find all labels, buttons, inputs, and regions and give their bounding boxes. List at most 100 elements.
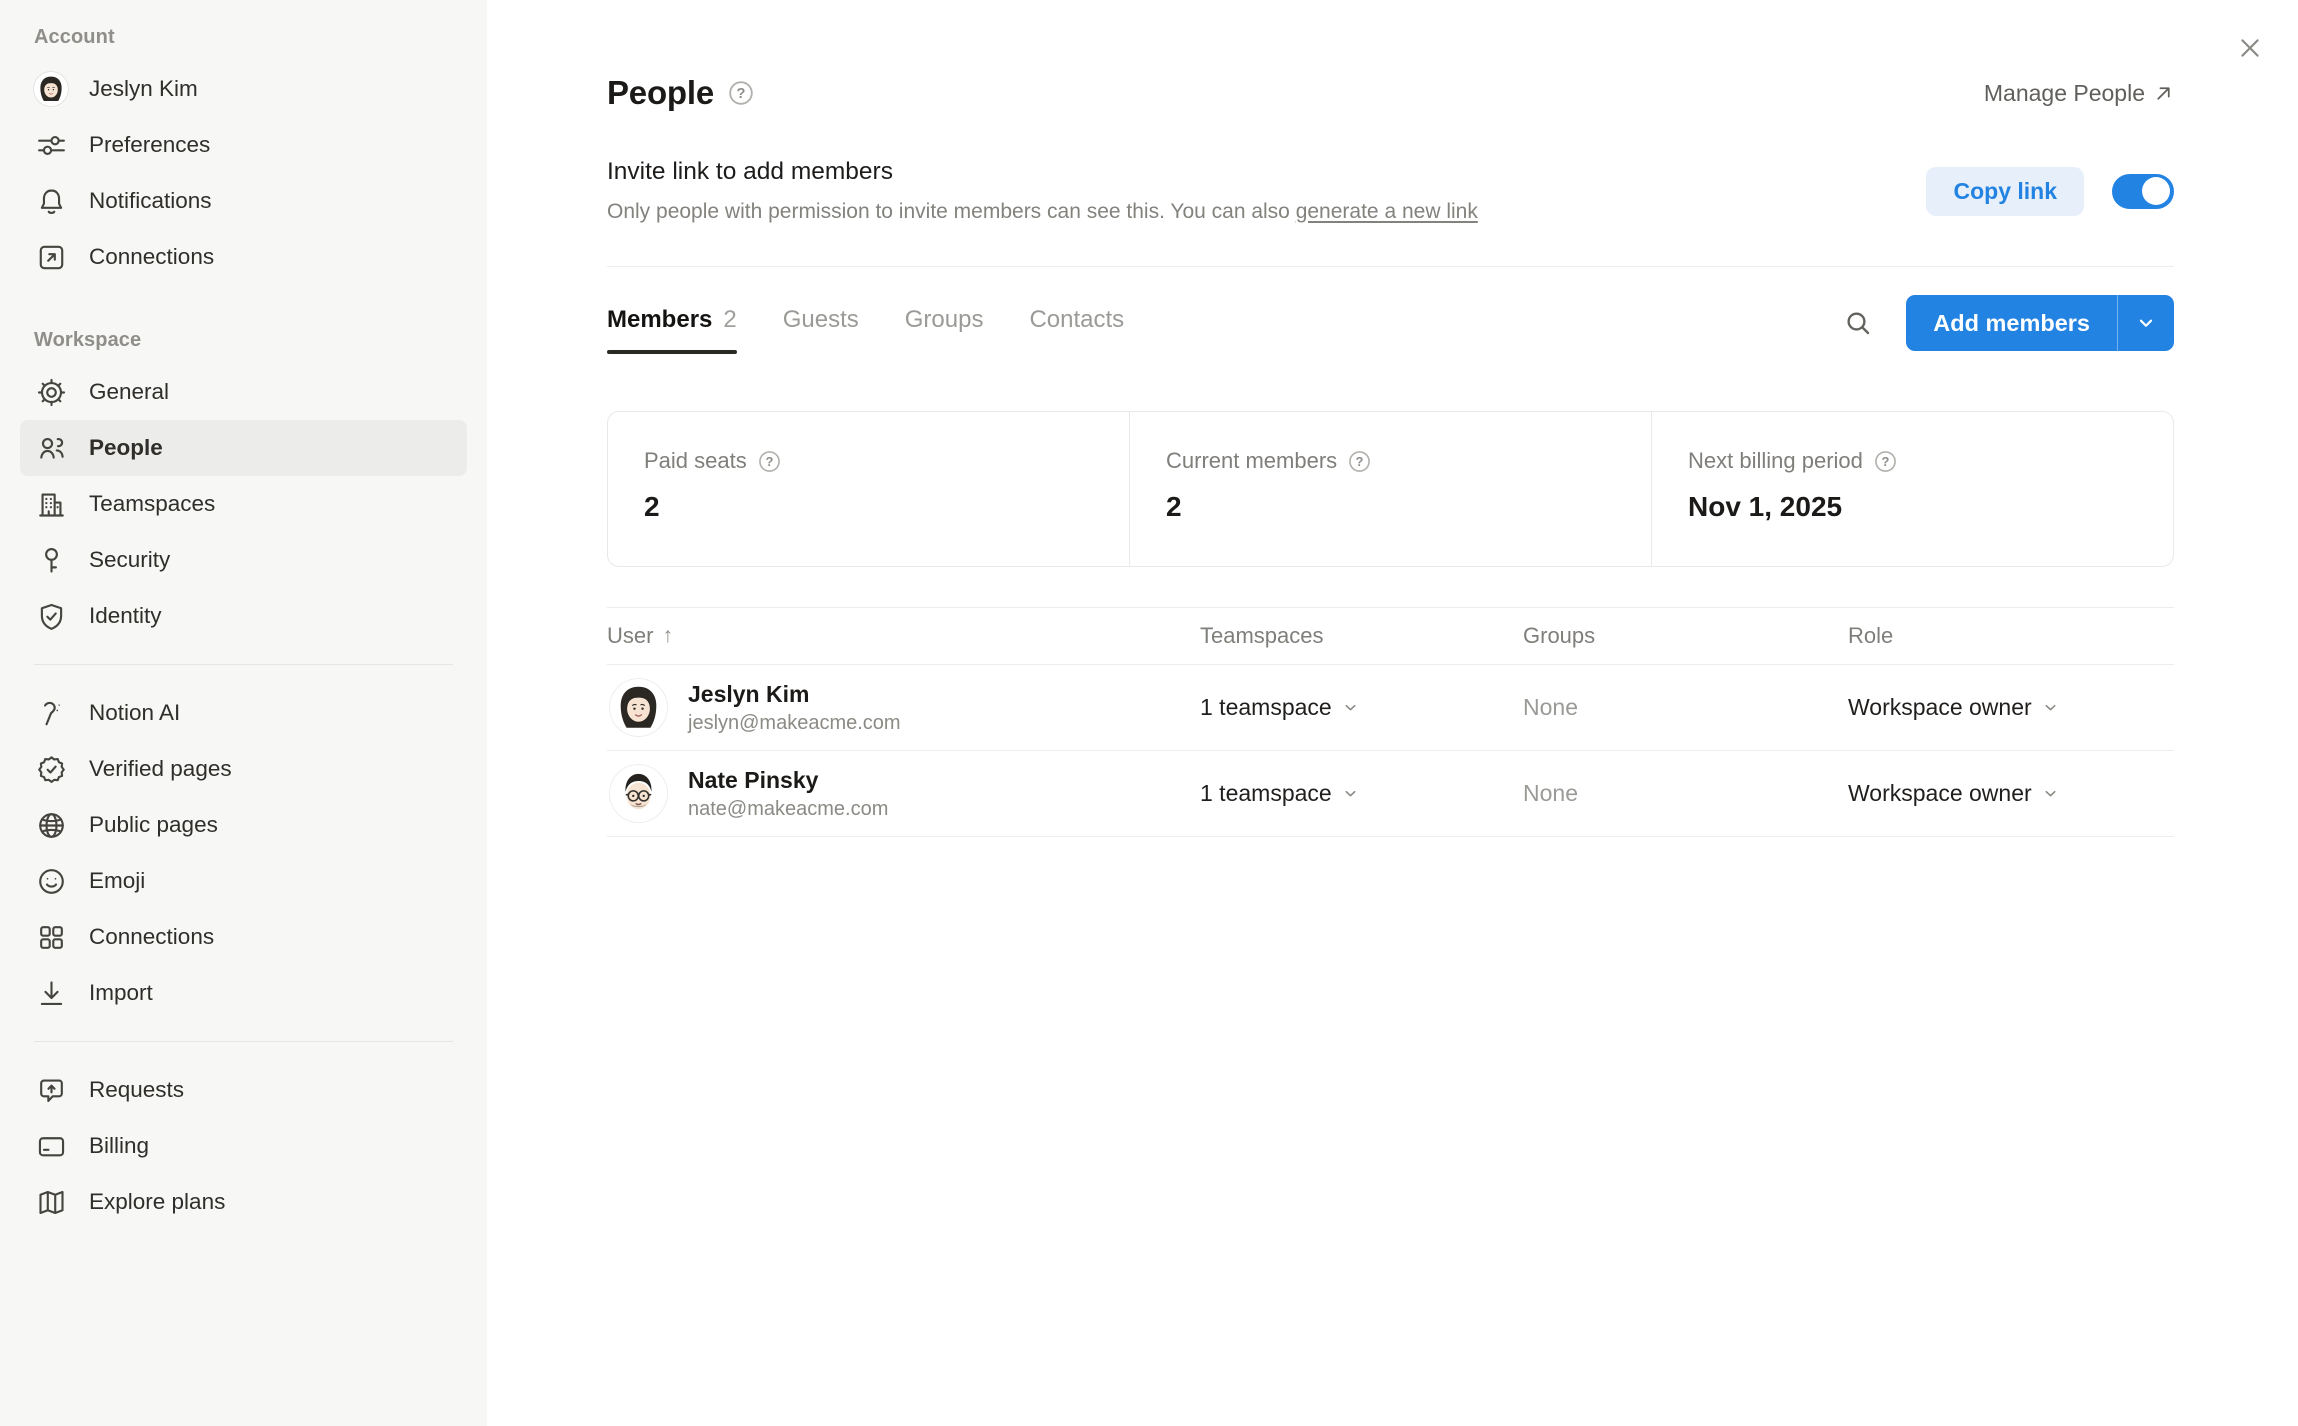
paid-seats-value: 2 [644,491,1093,523]
arrow-up-right-icon [2153,83,2174,104]
close-icon[interactable] [2234,32,2266,64]
sidebar-item-label: Verified pages [89,756,232,782]
globe-icon [34,808,68,842]
tab-groups[interactable]: Groups [905,306,984,354]
sidebar-item-label: Jeslyn Kim [89,76,198,102]
sidebar-item-label: Explore plans [89,1189,225,1215]
sidebar-item-label: People [89,435,163,461]
role-dropdown[interactable]: Workspace owner [1848,694,2174,721]
sidebar-item-requests[interactable]: Requests [20,1062,467,1118]
sidebar-item-general[interactable]: General [20,364,467,420]
user-avatar [34,72,68,106]
sidebar-item-preferences[interactable]: Preferences [20,117,467,173]
next-billing-label: Next billing period [1688,448,1863,474]
column-header-teamspaces: Teamspaces [1200,623,1523,649]
sidebar-item-people[interactable]: People [20,420,467,476]
sidebar-item-teamspaces[interactable]: Teamspaces [20,476,467,532]
help-icon[interactable]: ? [1874,450,1897,473]
sidebar-item-identity[interactable]: Identity [20,588,467,644]
column-header-role: Role [1848,623,2174,649]
sidebar-item-label: Teamspaces [89,491,215,517]
sidebar-item-public-pages[interactable]: Public pages [20,797,467,853]
sidebar-section-workspace: Workspace [20,329,467,352]
sidebar-item-label: Connections [89,244,214,270]
people-settings-panel: People ? Manage People Invite link to ad… [487,0,2298,1426]
sidebar-item-connections-account[interactable]: Connections [20,229,467,285]
manage-people-label: Manage People [1984,80,2145,107]
add-members-button[interactable]: Add members [1906,295,2174,351]
people-settings-window: Account Jeslyn Kim Preferences Notificat… [0,0,2298,1426]
sliders-icon [34,128,68,162]
sidebar-item-connections-workspace[interactable]: Connections [20,909,467,965]
help-icon[interactable]: ? [728,80,754,106]
current-members-value: 2 [1166,491,1615,523]
gear-icon [34,375,68,409]
teamspaces-dropdown[interactable]: 1 teamspace [1200,694,1523,721]
bell-icon [34,184,68,218]
tab-contacts[interactable]: Contacts [1029,306,1124,354]
sidebar-item-security[interactable]: Security [20,532,467,588]
copy-link-button[interactable]: Copy link [1926,167,2084,216]
avatar [610,765,667,822]
sidebar-item-emoji[interactable]: Emoji [20,853,467,909]
section-divider [607,266,2174,267]
svg-text:?: ? [1881,453,1889,468]
help-icon[interactable]: ? [1348,450,1371,473]
building-icon [34,487,68,521]
sidebar-item-label: Emoji [89,868,145,894]
sidebar-item-label: Identity [89,603,162,629]
sidebar-item-account-user[interactable]: Jeslyn Kim [20,61,467,117]
billing-stats-card: Paid seats ? 2 Current members ? 2 Next … [607,411,2174,567]
grid-icon [34,920,68,954]
teamspaces-dropdown[interactable]: 1 teamspace [1200,780,1523,807]
member-tabs: Members 2 Guests Groups Contacts [607,306,1124,354]
column-header-groups: Groups [1523,623,1848,649]
invite-link-block: Invite link to add members Only people w… [607,158,1478,224]
download-icon [34,976,68,1010]
sidebar-divider [34,1041,453,1042]
members-table: User ↑ Teamspaces Groups Role Jeslyn Kim [607,607,2174,837]
sidebar-item-notifications[interactable]: Notifications [20,173,467,229]
search-icon[interactable] [1840,305,1876,341]
groups-value: None [1523,780,1848,807]
page-title: People [607,74,714,112]
invite-link-description: Only people with permission to invite me… [607,200,1478,224]
sidebar-item-notion-ai[interactable]: Notion AI [20,685,467,741]
chevron-down-icon [2042,699,2059,716]
avatar [610,679,667,736]
sidebar-item-import[interactable]: Import [20,965,467,1021]
role-dropdown[interactable]: Workspace owner [1848,780,2174,807]
map-icon [34,1185,68,1219]
next-billing-value: Nov 1, 2025 [1688,491,2137,523]
invite-link-toggle[interactable] [2112,174,2174,209]
chevron-down-icon [2042,785,2059,802]
column-header-user[interactable]: User ↑ [607,623,1200,649]
stat-paid-seats: Paid seats ? 2 [608,412,1129,566]
svg-text:?: ? [765,453,773,468]
sidebar-item-label: Billing [89,1133,149,1159]
verified-badge-icon [34,752,68,786]
table-header-row: User ↑ Teamspaces Groups Role [607,607,2174,665]
members-count-badge: 2 [723,306,736,334]
chat-bubble-up-icon [34,1073,68,1107]
user-email: jeslyn@makeacme.com [688,712,901,735]
user-cell: Nate Pinsky nate@makeacme.com [607,765,1200,822]
user-name: Nate Pinsky [688,767,888,794]
sidebar-item-label: General [89,379,169,405]
generate-new-link[interactable]: generate a new link [1296,200,1478,223]
sidebar-item-label: Notifications [89,188,212,214]
tab-guests[interactable]: Guests [783,306,859,354]
help-icon[interactable]: ? [758,450,781,473]
sidebar-item-billing[interactable]: Billing [20,1118,467,1174]
tab-members[interactable]: Members 2 [607,306,737,354]
chevron-down-icon[interactable] [2118,295,2174,351]
sidebar-item-explore-plans[interactable]: Explore plans [20,1174,467,1230]
member-row: Jeslyn Kim jeslyn@makeacme.com 1 teamspa… [607,665,2174,751]
sort-ascending-icon: ↑ [662,624,673,648]
sidebar-item-verified-pages[interactable]: Verified pages [20,741,467,797]
key-icon [34,543,68,577]
manage-people-link[interactable]: Manage People [1984,80,2174,107]
sidebar-divider [34,664,453,665]
chevron-down-icon [1342,785,1359,802]
stat-current-members: Current members ? 2 [1129,412,1651,566]
